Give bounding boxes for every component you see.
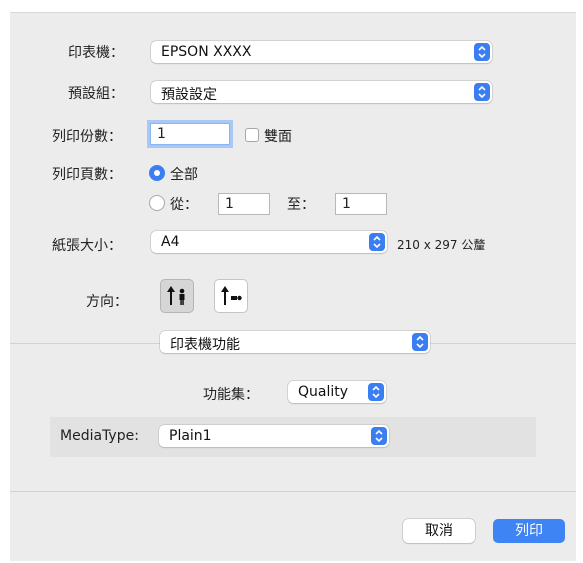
pages-all-radio[interactable] bbox=[149, 165, 165, 181]
presets-popup[interactable]: 預設設定 bbox=[151, 81, 492, 103]
chevron-updown-icon bbox=[368, 383, 384, 401]
paper-size-label: 紙張大小： bbox=[52, 238, 122, 254]
presets-value: 預設設定 bbox=[161, 87, 217, 103]
chevron-updown-icon bbox=[369, 233, 385, 251]
pages-from-field[interactable]: 1 bbox=[218, 193, 270, 215]
chevron-updown-icon bbox=[412, 333, 428, 351]
feature-set-label: 功能集： bbox=[203, 387, 259, 403]
media-type-popup[interactable]: Plain1 bbox=[159, 425, 389, 447]
chevron-updown-icon bbox=[474, 83, 490, 101]
printer-popup[interactable]: EPSON XXXX bbox=[151, 41, 492, 63]
paper-size-popup[interactable]: A4 bbox=[151, 231, 387, 253]
presets-label: 預設組： bbox=[68, 86, 124, 102]
chevron-updown-icon bbox=[371, 427, 387, 445]
separator bbox=[10, 491, 576, 492]
pages-to-field[interactable]: 1 bbox=[335, 193, 387, 215]
feature-set-value: Quality bbox=[298, 384, 349, 400]
pages-to-label: 至： bbox=[287, 197, 315, 213]
duplex-checkbox[interactable] bbox=[245, 128, 259, 142]
orientation-landscape-button[interactable] bbox=[214, 279, 248, 313]
copies-label: 列印份數： bbox=[52, 129, 122, 145]
printer-label: 印表機： bbox=[68, 45, 124, 61]
pages-label: 列印頁數： bbox=[52, 167, 122, 183]
feature-set-popup[interactable]: Quality bbox=[288, 381, 386, 403]
section-value: 印表機功能 bbox=[170, 337, 240, 353]
duplex-label: 雙面 bbox=[264, 129, 292, 145]
portrait-icon bbox=[167, 286, 185, 305]
printer-value: EPSON XXXX bbox=[161, 44, 252, 60]
landscape-icon bbox=[221, 286, 242, 305]
paper-dimensions: 210 x 297 公釐 bbox=[397, 238, 486, 252]
pages-from-label: 從： bbox=[170, 197, 198, 213]
chevron-updown-icon bbox=[474, 43, 490, 61]
cancel-button[interactable]: 取消 bbox=[403, 519, 475, 543]
print-dialog: 印表機： EPSON XXXX 預設組： 預設設定 列印份數： 1 雙面 列印頁… bbox=[10, 12, 576, 561]
copies-field[interactable]: 1 bbox=[150, 123, 230, 145]
print-button[interactable]: 列印 bbox=[493, 519, 565, 543]
pages-range-radio[interactable] bbox=[149, 195, 165, 211]
paper-size-value: A4 bbox=[161, 234, 180, 250]
media-type-value: Plain1 bbox=[169, 428, 212, 444]
pages-all-label: 全部 bbox=[170, 167, 198, 183]
section-popup[interactable]: 印表機功能 bbox=[160, 331, 430, 353]
media-type-label: MediaType: bbox=[60, 428, 139, 444]
orientation-label: 方向： bbox=[86, 294, 128, 310]
orientation-portrait-button[interactable] bbox=[160, 279, 194, 313]
